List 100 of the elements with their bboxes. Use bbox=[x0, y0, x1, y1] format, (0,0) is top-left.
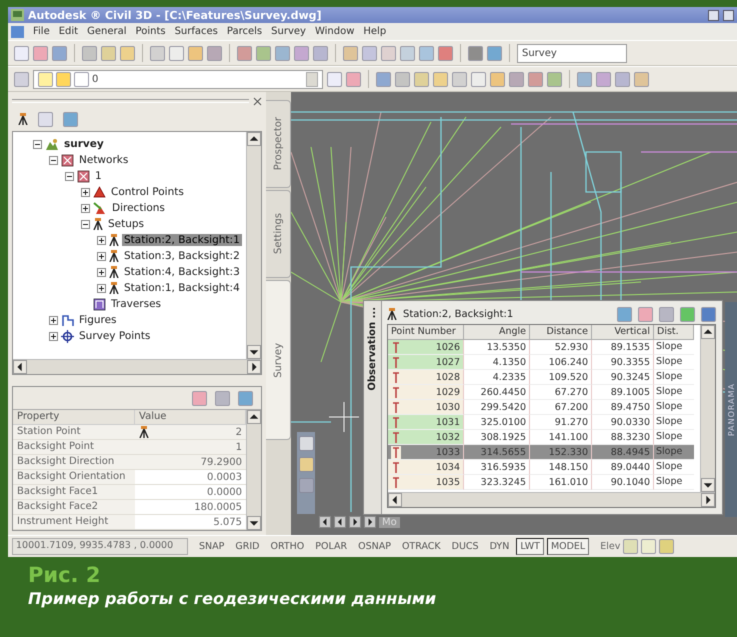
tree-item[interactable]: Setups bbox=[106, 218, 146, 230]
tool-icon[interactable] bbox=[452, 72, 467, 86]
scroll-arrow-button[interactable] bbox=[247, 516, 261, 530]
property-value[interactable]: 0.0003 bbox=[135, 470, 246, 485]
tool-icon[interactable] bbox=[256, 46, 271, 60]
maximize-button[interactable] bbox=[723, 10, 734, 20]
tool-icon[interactable] bbox=[150, 46, 165, 60]
tool-icon[interactable] bbox=[207, 46, 222, 60]
side-tab[interactable]: Settings bbox=[266, 190, 291, 278]
tool-icon[interactable] bbox=[547, 72, 562, 86]
column-header[interactable]: Dist. bbox=[654, 325, 694, 340]
status-toggle[interactable]: DYN bbox=[486, 538, 514, 555]
tool-icon[interactable] bbox=[634, 72, 649, 86]
expand-toggle[interactable] bbox=[97, 236, 106, 244]
tree-item[interactable]: Station:4, Backsight:3 bbox=[122, 266, 242, 278]
tool-icon[interactable] bbox=[298, 478, 314, 493]
next-button[interactable] bbox=[349, 516, 361, 528]
tool-icon[interactable] bbox=[468, 46, 483, 60]
tree-item[interactable]: Station:2, Backsight:1 bbox=[122, 234, 242, 246]
menu-item[interactable]: Survey bbox=[271, 26, 306, 37]
property-value[interactable]: 0.0000 bbox=[135, 485, 246, 500]
tool-icon[interactable] bbox=[400, 46, 415, 60]
status-toggle[interactable]: OTRACK bbox=[398, 538, 445, 555]
side-tab[interactable]: Prospector bbox=[266, 100, 291, 188]
collapse-toggle[interactable] bbox=[65, 172, 74, 180]
tree-item[interactable]: Directions bbox=[110, 202, 167, 214]
tool-icon[interactable] bbox=[362, 46, 377, 60]
tool-icon[interactable] bbox=[294, 46, 309, 60]
panel-label[interactable]: PANORAMA bbox=[726, 382, 736, 436]
menu-item[interactable]: Window bbox=[314, 26, 354, 37]
table-cell[interactable]: 1026 bbox=[388, 340, 464, 355]
status-toggle[interactable]: GRID bbox=[231, 538, 264, 555]
collapse-toggle[interactable] bbox=[33, 140, 42, 148]
tool-icon[interactable] bbox=[419, 46, 434, 60]
tool-icon[interactable] bbox=[343, 46, 358, 60]
tool-icon[interactable] bbox=[528, 72, 543, 86]
tool-icon[interactable] bbox=[52, 46, 67, 60]
expand-toggle[interactable] bbox=[81, 188, 90, 196]
scrollbar[interactable] bbox=[246, 410, 261, 530]
table-cell[interactable]: 1030 bbox=[388, 400, 464, 415]
status-toggle[interactable]: POLAR bbox=[311, 538, 352, 555]
menu-item[interactable]: Help bbox=[363, 26, 386, 37]
column-header[interactable]: Point Number bbox=[388, 325, 464, 340]
scroll-arrow-button[interactable] bbox=[247, 360, 261, 374]
tool-icon[interactable] bbox=[237, 46, 252, 60]
scroll-arrow-button[interactable] bbox=[701, 325, 715, 339]
tool-icon[interactable] bbox=[298, 436, 314, 451]
tree-item[interactable]: Control Points bbox=[109, 186, 186, 198]
minimize-button[interactable] bbox=[708, 10, 719, 20]
close-icon[interactable] bbox=[253, 96, 262, 106]
scroll-arrow-button[interactable] bbox=[247, 132, 261, 146]
expand-toggle[interactable] bbox=[49, 316, 58, 324]
tree-item[interactable]: survey bbox=[62, 138, 106, 150]
layer-dropdown[interactable]: 0 bbox=[33, 70, 323, 88]
scrollbar[interactable] bbox=[246, 132, 261, 359]
tool-icon[interactable] bbox=[346, 72, 361, 86]
expand-toggle[interactable] bbox=[81, 204, 90, 212]
side-tab[interactable]: Survey bbox=[266, 280, 291, 440]
tree-item[interactable]: Traverses bbox=[109, 298, 164, 310]
tool-icon[interactable] bbox=[169, 46, 184, 60]
tree-item[interactable]: Figures bbox=[77, 314, 119, 326]
table-cell[interactable]: 1034 bbox=[388, 460, 464, 475]
expand-toggle[interactable] bbox=[49, 332, 58, 340]
status-toggle[interactable]: MODEL bbox=[546, 538, 590, 555]
menu-item[interactable]: General bbox=[87, 26, 127, 37]
tool-icon[interactable] bbox=[313, 46, 328, 60]
tool-icon[interactable] bbox=[327, 72, 342, 86]
column-header[interactable]: Property bbox=[13, 410, 135, 425]
scrollbar[interactable] bbox=[13, 359, 261, 374]
tree-item[interactable]: Station:1, Backsight:4 bbox=[122, 282, 242, 294]
tool-icon[interactable] bbox=[38, 112, 53, 126]
tool-icon[interactable] bbox=[33, 46, 48, 60]
menu-item[interactable]: Surfaces bbox=[174, 26, 218, 37]
collapse-toggle[interactable] bbox=[49, 156, 58, 164]
table-cell[interactable]: 1029 bbox=[388, 385, 464, 400]
scrollbar[interactable] bbox=[700, 325, 715, 492]
table-cell[interactable]: 1027 bbox=[388, 355, 464, 370]
scroll-arrow-button[interactable] bbox=[247, 410, 261, 424]
scroll-arrow-button[interactable] bbox=[247, 345, 261, 359]
tool-icon[interactable] bbox=[490, 72, 505, 86]
tool-icon[interactable] bbox=[275, 46, 290, 60]
tool-icon[interactable] bbox=[487, 46, 502, 60]
status-toggle[interactable]: LWT bbox=[516, 538, 544, 555]
tool-icon[interactable] bbox=[120, 46, 135, 60]
tool-icon[interactable] bbox=[376, 72, 391, 86]
column-header[interactable]: Distance bbox=[530, 325, 592, 340]
tool-icon[interactable] bbox=[615, 72, 630, 86]
status-toggle[interactable]: OSNAP bbox=[354, 538, 395, 555]
scroll-arrow-button[interactable] bbox=[701, 493, 715, 507]
menu-item[interactable]: File bbox=[33, 26, 50, 37]
menu-item[interactable]: Parcels bbox=[226, 26, 262, 37]
tool-icon[interactable] bbox=[298, 457, 314, 472]
property-value[interactable]: 5.075 bbox=[135, 515, 246, 530]
tool-icon[interactable] bbox=[14, 72, 29, 86]
scroll-arrow-button[interactable] bbox=[701, 478, 715, 492]
expand-toggle[interactable] bbox=[97, 284, 106, 292]
tool-icon[interactable] bbox=[381, 46, 396, 60]
table-cell[interactable]: 1035 bbox=[388, 475, 464, 490]
status-toggle[interactable]: DUCS bbox=[448, 538, 483, 555]
table-cell[interactable]: 1033 bbox=[388, 445, 464, 460]
